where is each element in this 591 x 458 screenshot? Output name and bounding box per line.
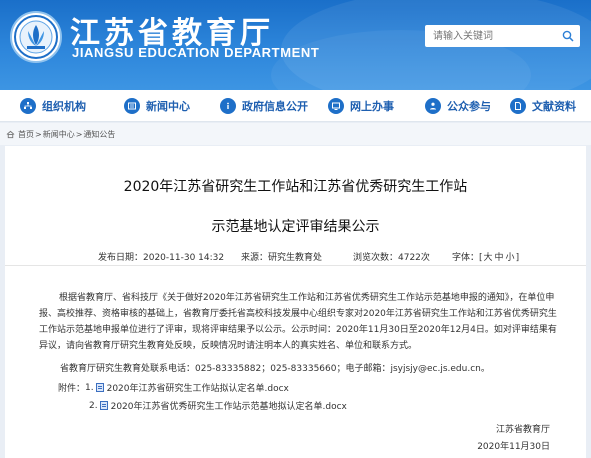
nav-item-documents[interactable]: 文献资料 — [510, 90, 576, 122]
attachment-number: 1. — [85, 382, 94, 393]
search-box — [425, 25, 580, 47]
signature: 江苏省教育厅 — [495, 425, 550, 435]
site-subtitle: JIANGSU EDUCATION DEPARTMENT — [72, 45, 320, 60]
docx-file-icon — [99, 401, 108, 410]
article-title-line1: 2020年江苏省研究生工作站和江苏省优秀研究生工作站 — [123, 179, 468, 195]
nav-label: 组织机构 — [42, 100, 86, 113]
info-icon — [220, 98, 236, 114]
contact-info: 省教育厅研究生教育处联系电话：025-83335882；025-83335660… — [60, 364, 490, 374]
search-input[interactable] — [425, 25, 555, 47]
nav-label: 新闻中心 — [146, 100, 190, 113]
people-icon — [425, 98, 441, 114]
breadcrumb-current[interactable]: 通知公告 — [83, 129, 115, 140]
article-source: 来源：研究生教育处 — [241, 253, 323, 263]
article-card: 2020年江苏省研究生工作站和江苏省优秀研究生工作站 示范基地认定评审结果公示 … — [5, 146, 586, 458]
nav-label: 公众参与 — [447, 100, 491, 113]
service-icon — [328, 98, 344, 114]
org-icon — [20, 98, 36, 114]
article-body: 根据省教育厅、省科技厅《关于做好2020年江苏省研究生工作站和江苏省优秀研究生工… — [39, 293, 557, 351]
breadcrumb-home[interactable]: 首页 — [18, 129, 34, 140]
breadcrumb: 首页 > 新闻中心 > 通知公告 — [0, 123, 591, 145]
site-header: 江苏省教育厅 JIANGSU EDUCATION DEPARTMENT — [0, 0, 591, 90]
breadcrumb-separator: > — [75, 129, 83, 139]
nav-label: 政府信息公开 — [242, 100, 308, 113]
attachment-item: 附件： 1. 2020年江苏省研究生工作站拟认定名单.docx — [58, 381, 289, 395]
nav-label: 网上办事 — [350, 100, 394, 113]
doc-icon — [510, 98, 526, 114]
breadcrumb-news[interactable]: 新闻中心 — [43, 129, 75, 140]
font-size-large[interactable]: 大 — [484, 253, 493, 263]
nav-item-news[interactable]: 新闻中心 — [124, 90, 190, 122]
signature-date: 2020年11月30日 — [477, 442, 550, 452]
font-size-label: 字体：[ — [452, 253, 483, 263]
nav-item-org[interactable]: 组织机构 — [20, 90, 86, 122]
main-nav: 组织机构 新闻中心 政府信息公开 网上办事 公众参与 文献资料 — [0, 90, 591, 122]
article-title-line2: 示范基地认定评审结果公示 — [211, 219, 380, 235]
article-meta: 发布日期：2020-11-30 14:32 来源：研究生教育处 浏览次数：472… — [5, 246, 586, 266]
home-icon — [6, 130, 15, 138]
nav-item-info-disclosure[interactable]: 政府信息公开 — [220, 90, 308, 122]
attachment-item: 2. 2020年江苏省优秀研究生工作站示范基地拟认定名单.docx — [89, 399, 347, 413]
nav-item-public-participation[interactable]: 公众参与 — [425, 90, 491, 122]
font-size-medium[interactable]: 中 — [495, 253, 504, 263]
news-icon — [124, 98, 140, 114]
nav-item-online-service[interactable]: 网上办事 — [328, 90, 394, 122]
search-icon[interactable] — [562, 30, 574, 42]
publish-date: 发布日期：2020-11-30 14:32 — [98, 253, 225, 263]
docx-file-icon — [95, 383, 104, 392]
attachment-number: 2. — [89, 400, 98, 411]
attachment-link[interactable]: 2020年江苏省优秀研究生工作站示范基地拟认定名单.docx — [111, 399, 347, 412]
font-size-control: 字体：[大中小] — [452, 250, 519, 263]
attachments-label: 附件： — [58, 384, 86, 394]
site-logo-icon[interactable] — [10, 11, 62, 63]
font-size-bracket: ] — [515, 253, 520, 263]
attachment-link[interactable]: 2020年江苏省研究生工作站拟认定名单.docx — [107, 381, 289, 394]
font-size-small[interactable]: 小 — [506, 253, 515, 263]
nav-label: 文献资料 — [532, 100, 576, 113]
breadcrumb-separator: > — [35, 129, 42, 139]
view-count: 浏览次数：4722次 — [353, 253, 430, 263]
